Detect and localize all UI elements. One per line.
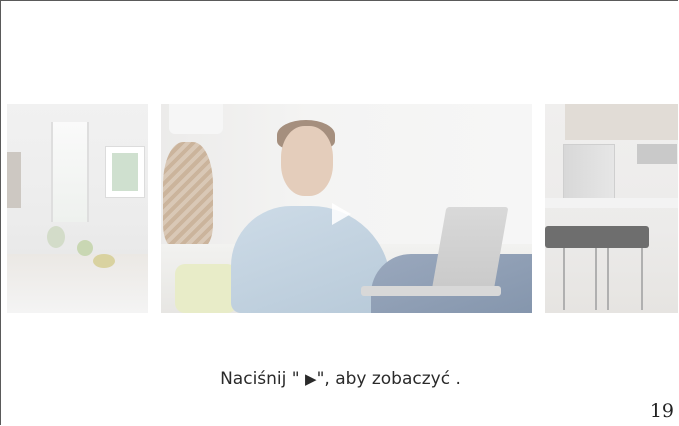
kitchen-photo-left[interactable] (7, 104, 148, 313)
stool-leg (563, 248, 565, 310)
wall-art (105, 146, 145, 198)
manual-page: Naciśnij " ▶", aby zobaczyć . 19 (0, 0, 678, 425)
kitchen-photo-right[interactable] (545, 104, 678, 313)
play-icon: ▶ (305, 370, 317, 388)
stool-leg (641, 248, 643, 310)
microwave (637, 144, 677, 164)
kitchen-counter (7, 254, 148, 313)
vase (163, 142, 213, 248)
plant (77, 240, 93, 256)
page-number: 19 (649, 400, 674, 422)
laptop-base (361, 286, 501, 296)
window-shade (7, 152, 21, 208)
man-shirt (231, 206, 391, 313)
instruction-after: ", aby zobaczyć . (316, 369, 461, 389)
plant (47, 226, 65, 248)
play-triangle-icon[interactable] (332, 203, 351, 225)
bar-stool (589, 226, 649, 248)
instruction-text: Naciśnij " ▶", aby zobaczyć . (1, 369, 678, 389)
fruit-bowl (93, 254, 115, 268)
kitchen-cabinets (565, 104, 678, 140)
stool-leg (595, 248, 597, 310)
kitchen-window (51, 122, 89, 222)
stool-leg (607, 248, 609, 310)
instruction-before: Naciśnij " (220, 369, 306, 389)
man-face (281, 126, 333, 196)
kitchen-island (545, 198, 678, 208)
lamp-shade (169, 104, 223, 134)
pillow (175, 264, 237, 313)
refrigerator (563, 144, 615, 204)
